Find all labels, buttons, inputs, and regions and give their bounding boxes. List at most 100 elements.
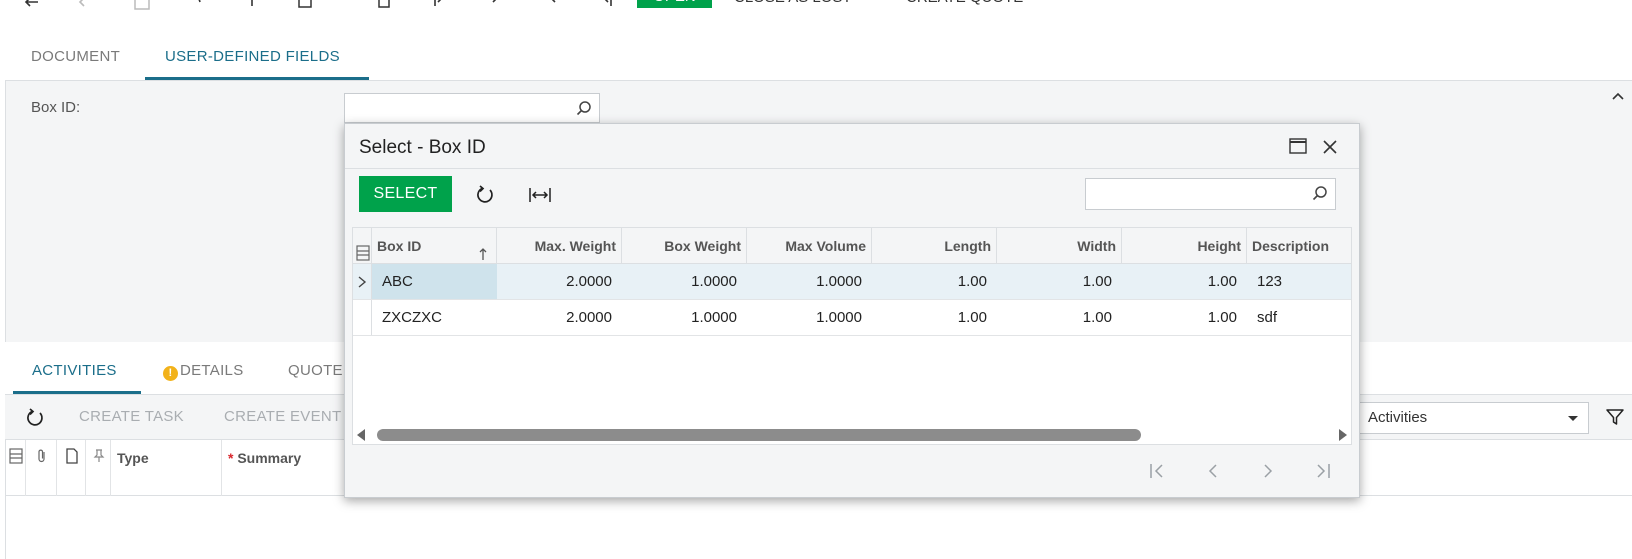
column-settings[interactable] xyxy=(353,228,372,264)
cell-length[interactable]: 1.00 xyxy=(872,300,997,335)
filter-icon[interactable] xyxy=(1605,407,1625,427)
column-summary-label: * Summary xyxy=(228,450,301,466)
add-icon[interactable] xyxy=(242,0,262,12)
activity-type-select[interactable]: Activities xyxy=(1359,402,1589,434)
next-page-icon[interactable] xyxy=(1258,461,1278,481)
last-page-icon[interactable] xyxy=(1313,461,1333,481)
column-settings-icon[interactable] xyxy=(356,238,370,261)
top-toolbar: OPEN CLOSE AS LOST CREATE QUOTE xyxy=(0,0,1632,16)
chevron-up-icon[interactable] xyxy=(1610,89,1626,105)
cell-max-volume[interactable]: 1.0000 xyxy=(747,264,872,299)
column-header-box-id-label: Box ID xyxy=(377,238,422,254)
grid-header: Box ID Max. Weight Box Weight Max Volume… xyxy=(353,228,1351,264)
activity-type-value: Activities xyxy=(1368,409,1428,426)
tab-activities[interactable]: ACTIVITIES xyxy=(32,362,117,379)
cell-length[interactable]: 1.00 xyxy=(872,264,997,299)
tab-details-label: DETAILS xyxy=(180,362,244,379)
row-indicator xyxy=(353,300,372,335)
last-record-icon[interactable] xyxy=(596,0,616,12)
cell-description[interactable]: 123 xyxy=(1247,264,1351,299)
horizontal-scrollbar[interactable] xyxy=(353,424,1351,444)
close-as-lost-button[interactable]: CLOSE AS LOST xyxy=(734,0,852,8)
document-tabs: DOCUMENT USER-DEFINED FIELDS xyxy=(0,40,1632,80)
column-header-width[interactable]: Width xyxy=(997,228,1122,264)
refresh-icon[interactable] xyxy=(474,184,496,206)
column-document xyxy=(57,440,86,496)
column-header-height[interactable]: Height xyxy=(1122,228,1247,264)
first-record-icon[interactable] xyxy=(430,0,450,12)
cell-width[interactable]: 1.00 xyxy=(997,264,1122,299)
cell-box-weight[interactable]: 1.0000 xyxy=(622,264,747,299)
fit-to-screen-icon[interactable] xyxy=(528,184,552,206)
column-summary[interactable]: * Summary xyxy=(222,440,352,496)
column-settings[interactable] xyxy=(6,440,26,496)
warning-icon: ! xyxy=(163,366,178,381)
box-id-grid: Box ID Max. Weight Box Weight Max Volume… xyxy=(352,227,1352,445)
tab-quotes[interactable]: QUOTE xyxy=(288,362,343,379)
pin-icon xyxy=(92,448,106,464)
first-page-icon[interactable] xyxy=(1147,461,1167,481)
scroll-right-arrow-icon[interactable] xyxy=(1339,429,1347,441)
column-type-label: Type xyxy=(117,450,149,466)
search-icon[interactable] xyxy=(575,100,593,118)
create-task-button[interactable]: CREATE TASK xyxy=(79,408,184,425)
box-id-label: Box ID: xyxy=(31,99,81,116)
open-button[interactable]: OPEN xyxy=(637,0,712,8)
tab-user-defined-fields[interactable]: USER-DEFINED FIELDS xyxy=(165,48,340,65)
tab-document[interactable]: DOCUMENT xyxy=(31,48,120,65)
column-pinned xyxy=(86,440,111,496)
refresh-icon[interactable] xyxy=(24,407,46,429)
select-button[interactable]: SELECT xyxy=(359,176,452,212)
dialog-header: Select - Box ID xyxy=(345,124,1359,169)
cell-height[interactable]: 1.00 xyxy=(1122,300,1247,335)
column-settings-icon[interactable] xyxy=(9,448,23,464)
box-id-selector[interactable] xyxy=(344,93,600,123)
cancel-icon[interactable] xyxy=(186,0,206,12)
cell-max-weight[interactable]: 2.0000 xyxy=(497,264,622,299)
cell-box-id[interactable]: ABC xyxy=(372,264,497,299)
cell-height[interactable]: 1.00 xyxy=(1122,264,1247,299)
table-row[interactable]: ZXCZXC 2.0000 1.0000 1.0000 1.00 1.00 1.… xyxy=(353,300,1351,336)
column-header-length[interactable]: Length xyxy=(872,228,997,264)
dialog-search-input[interactable] xyxy=(1085,178,1336,210)
column-header-max-weight[interactable]: Max. Weight xyxy=(497,228,622,264)
table-row[interactable]: ABC 2.0000 1.0000 1.0000 1.00 1.00 1.00 … xyxy=(353,264,1351,300)
edit-icon[interactable] xyxy=(296,0,316,12)
select-box-id-dialog: Select - Box ID SELECT Box ID Max. Weigh… xyxy=(344,123,1360,498)
create-event-button[interactable]: CREATE EVENT xyxy=(224,408,342,425)
dialog-title: Select - Box ID xyxy=(359,137,486,158)
required-marker: * xyxy=(228,450,234,466)
save-icon[interactable] xyxy=(132,0,152,12)
sort-ascending-icon[interactable] xyxy=(478,238,488,260)
next-record-icon[interactable] xyxy=(542,0,562,12)
column-attachments xyxy=(26,440,57,496)
column-header-max-volume[interactable]: Max Volume xyxy=(747,228,872,264)
caret-down-icon xyxy=(1568,416,1578,421)
tab-details[interactable]: ! DETAILS xyxy=(163,362,244,381)
cell-box-id[interactable]: ZXCZXC xyxy=(372,300,497,335)
delete-icon[interactable] xyxy=(374,0,394,12)
cell-description[interactable]: sdf xyxy=(1247,300,1351,335)
column-header-box-id[interactable]: Box ID xyxy=(372,228,497,264)
document-icon xyxy=(65,448,79,464)
maximize-icon[interactable] xyxy=(1289,138,1307,154)
undo-icon[interactable] xyxy=(24,0,44,12)
grid-pager xyxy=(345,446,1359,496)
cell-max-weight[interactable]: 2.0000 xyxy=(497,300,622,335)
column-type[interactable]: Type xyxy=(111,440,222,496)
cell-max-volume[interactable]: 1.0000 xyxy=(747,300,872,335)
scrollbar-thumb[interactable] xyxy=(377,429,1141,441)
column-header-box-weight[interactable]: Box Weight xyxy=(622,228,747,264)
dialog-toolbar: SELECT xyxy=(345,170,1359,222)
redo-icon[interactable] xyxy=(78,0,98,12)
cell-box-weight[interactable]: 1.0000 xyxy=(622,300,747,335)
create-quote-button[interactable]: CREATE QUOTE xyxy=(906,0,1023,8)
previous-record-icon[interactable] xyxy=(486,0,506,12)
column-header-description[interactable]: Description xyxy=(1247,228,1351,264)
previous-page-icon[interactable] xyxy=(1203,461,1223,481)
close-icon[interactable] xyxy=(1321,138,1339,156)
search-icon[interactable] xyxy=(1311,185,1329,203)
row-indicator xyxy=(353,264,372,299)
cell-width[interactable]: 1.00 xyxy=(997,300,1122,335)
scroll-left-arrow-icon[interactable] xyxy=(357,429,365,441)
